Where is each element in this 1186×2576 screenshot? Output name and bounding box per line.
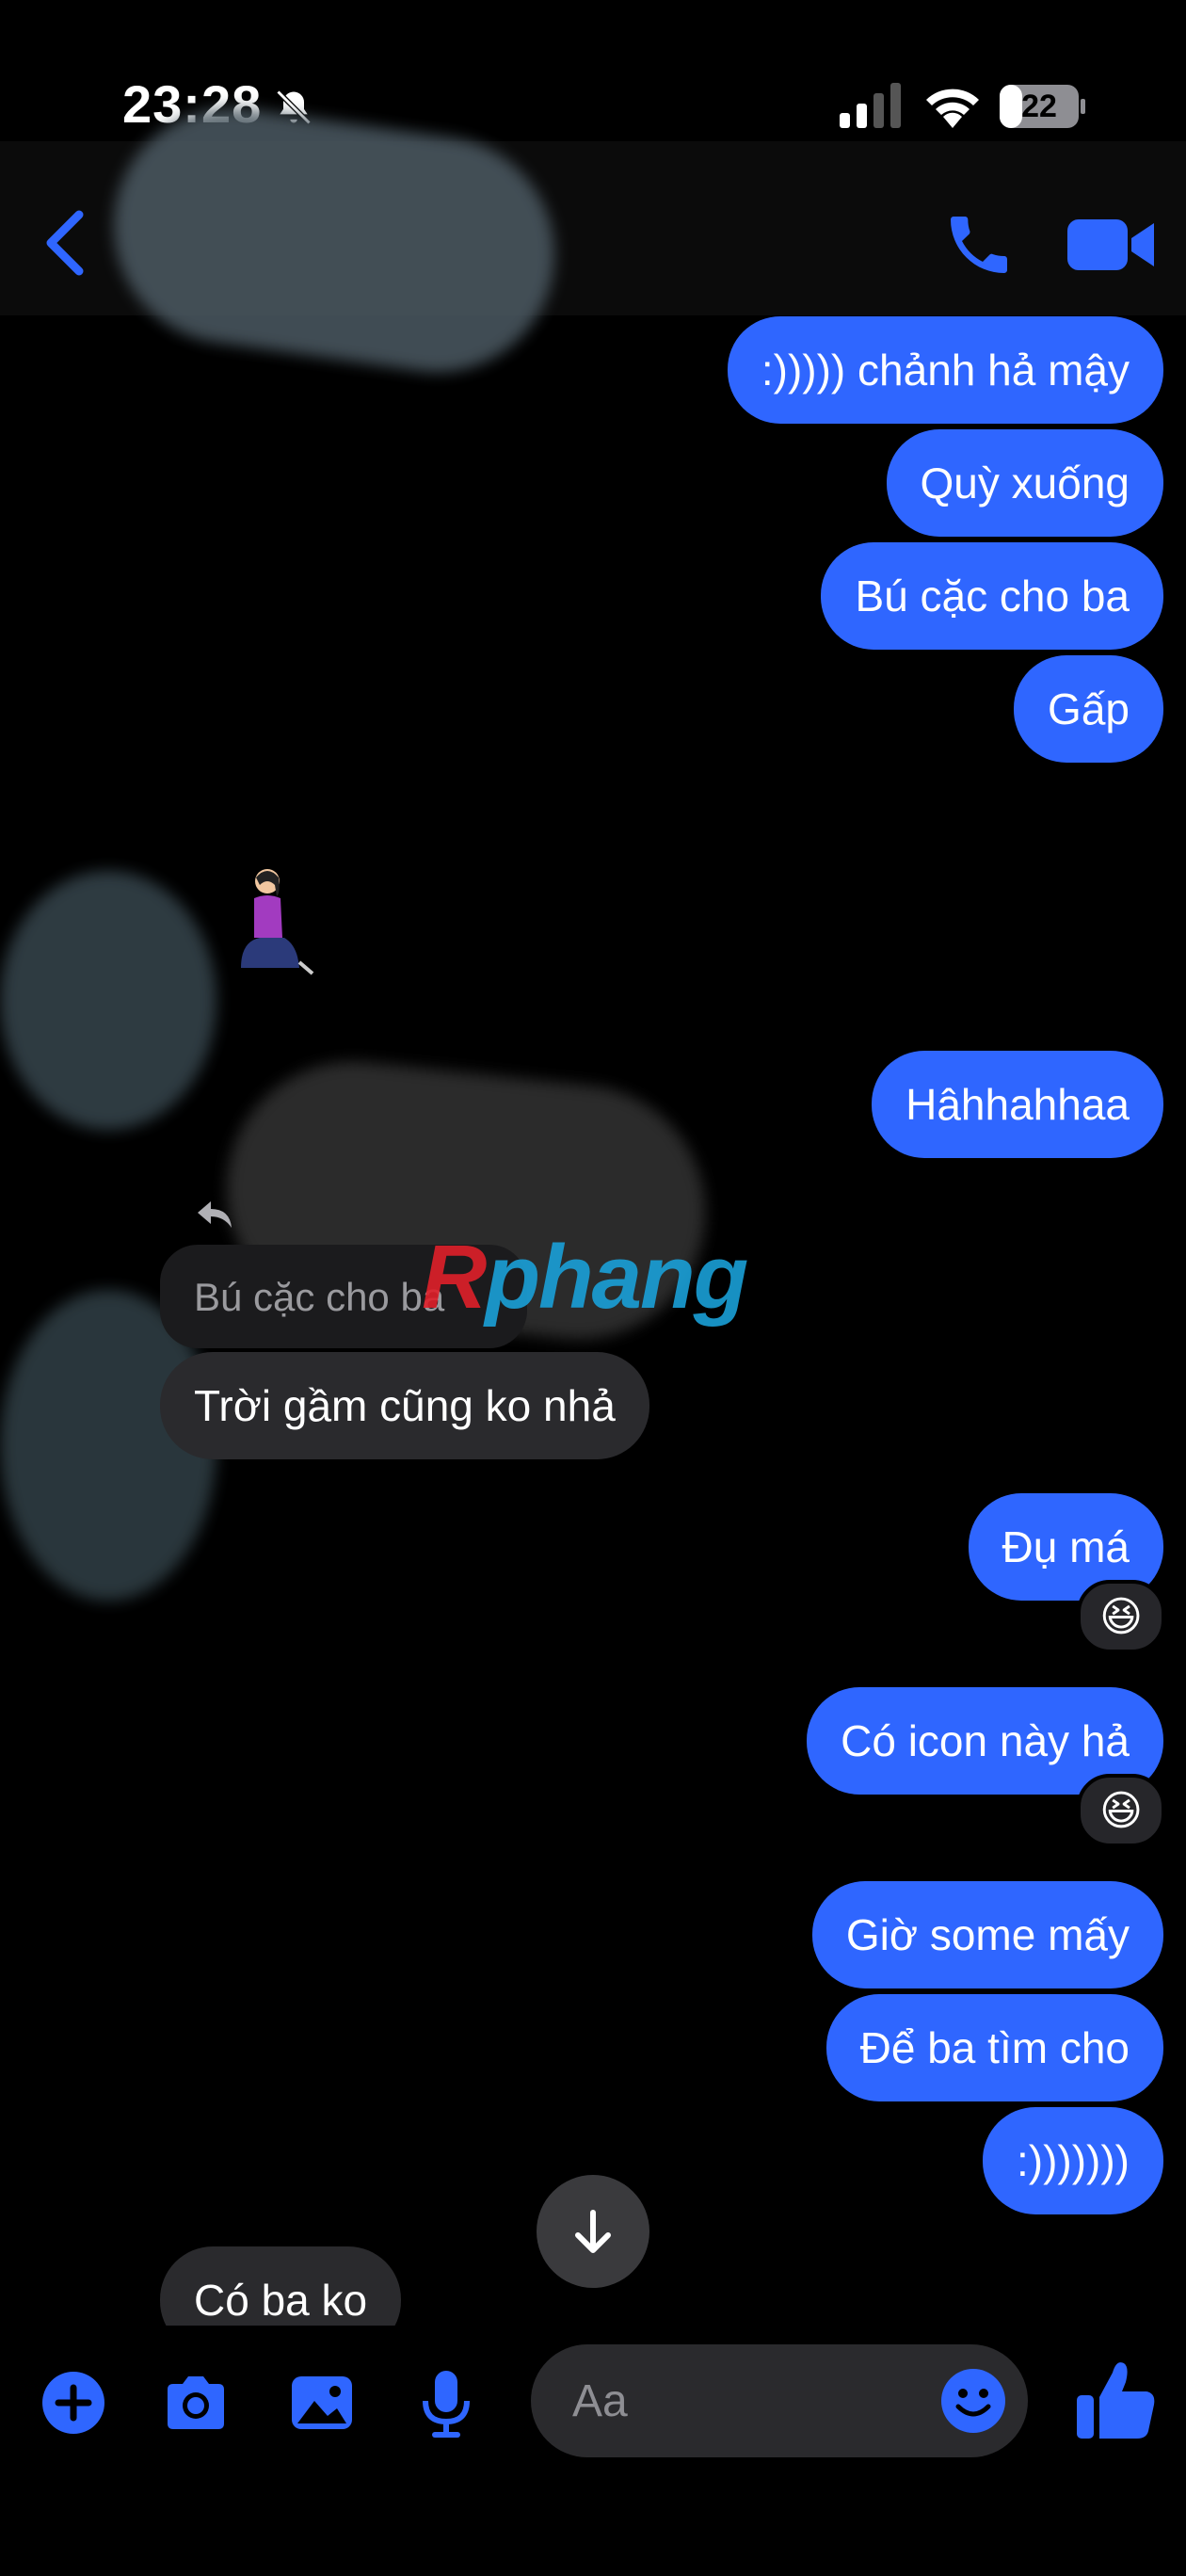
- back-chevron-icon[interactable]: [38, 205, 94, 281]
- message-bubble-outgoing[interactable]: Quỳ xuống: [886, 429, 1163, 537]
- grinning-squinting-face-icon: 😆: [1099, 1593, 1143, 1640]
- thumbs-up-icon[interactable]: [1073, 2354, 1158, 2444]
- message-bubble-outgoing[interactable]: Gấp: [1014, 655, 1163, 763]
- message-bubble-outgoing[interactable]: :))))))): [982, 2107, 1163, 2214]
- contact-avatar-redacted[interactable]: [98, 92, 570, 388]
- reply-arrow-icon: [198, 1201, 232, 1228]
- video-call-icon[interactable]: [1064, 212, 1158, 278]
- grinning-squinting-face-icon: 😆: [1099, 1787, 1143, 1834]
- phone-call-icon[interactable]: [941, 207, 1017, 282]
- emoji-smile-icon[interactable]: [936, 2363, 1011, 2439]
- cellular-signal-icon: [840, 83, 901, 128]
- battery-icon: 22: [1000, 85, 1086, 128]
- camera-icon[interactable]: [158, 2365, 233, 2440]
- arrow-down-icon: [575, 2210, 611, 2253]
- plus-icon[interactable]: [36, 2365, 111, 2440]
- scroll-to-bottom-button[interactable]: [537, 2175, 649, 2288]
- photo-gallery-icon[interactable]: [284, 2365, 360, 2440]
- reaction-badge[interactable]: 😆: [1077, 1774, 1165, 1847]
- reaction-badge[interactable]: 😆: [1077, 1580, 1165, 1653]
- message-bubble-outgoing[interactable]: Để ba tìm cho: [825, 1994, 1163, 2101]
- message-bubble-outgoing[interactable]: Bú cặc cho ba: [821, 542, 1163, 650]
- sender-avatar-redacted: [0, 871, 216, 1130]
- message-bubble-outgoing[interactable]: :))))) chảnh hả mậy: [727, 316, 1163, 424]
- person-kneeling-emoji[interactable]: [222, 864, 316, 977]
- message-input-placeholder: Aa: [572, 2375, 628, 2426]
- microphone-icon[interactable]: [409, 2365, 484, 2440]
- watermark-logo: Rphang: [422, 1227, 748, 1328]
- battery-level: 22: [1021, 88, 1057, 124]
- wifi-icon: [926, 89, 979, 128]
- message-bubble-outgoing[interactable]: Hâhhahhaa: [872, 1051, 1163, 1158]
- message-bubble-incoming[interactable]: Trời gầm cũng ko nhả: [160, 1352, 649, 1459]
- message-bubble-outgoing[interactable]: Giờ some mấy: [811, 1881, 1163, 1988]
